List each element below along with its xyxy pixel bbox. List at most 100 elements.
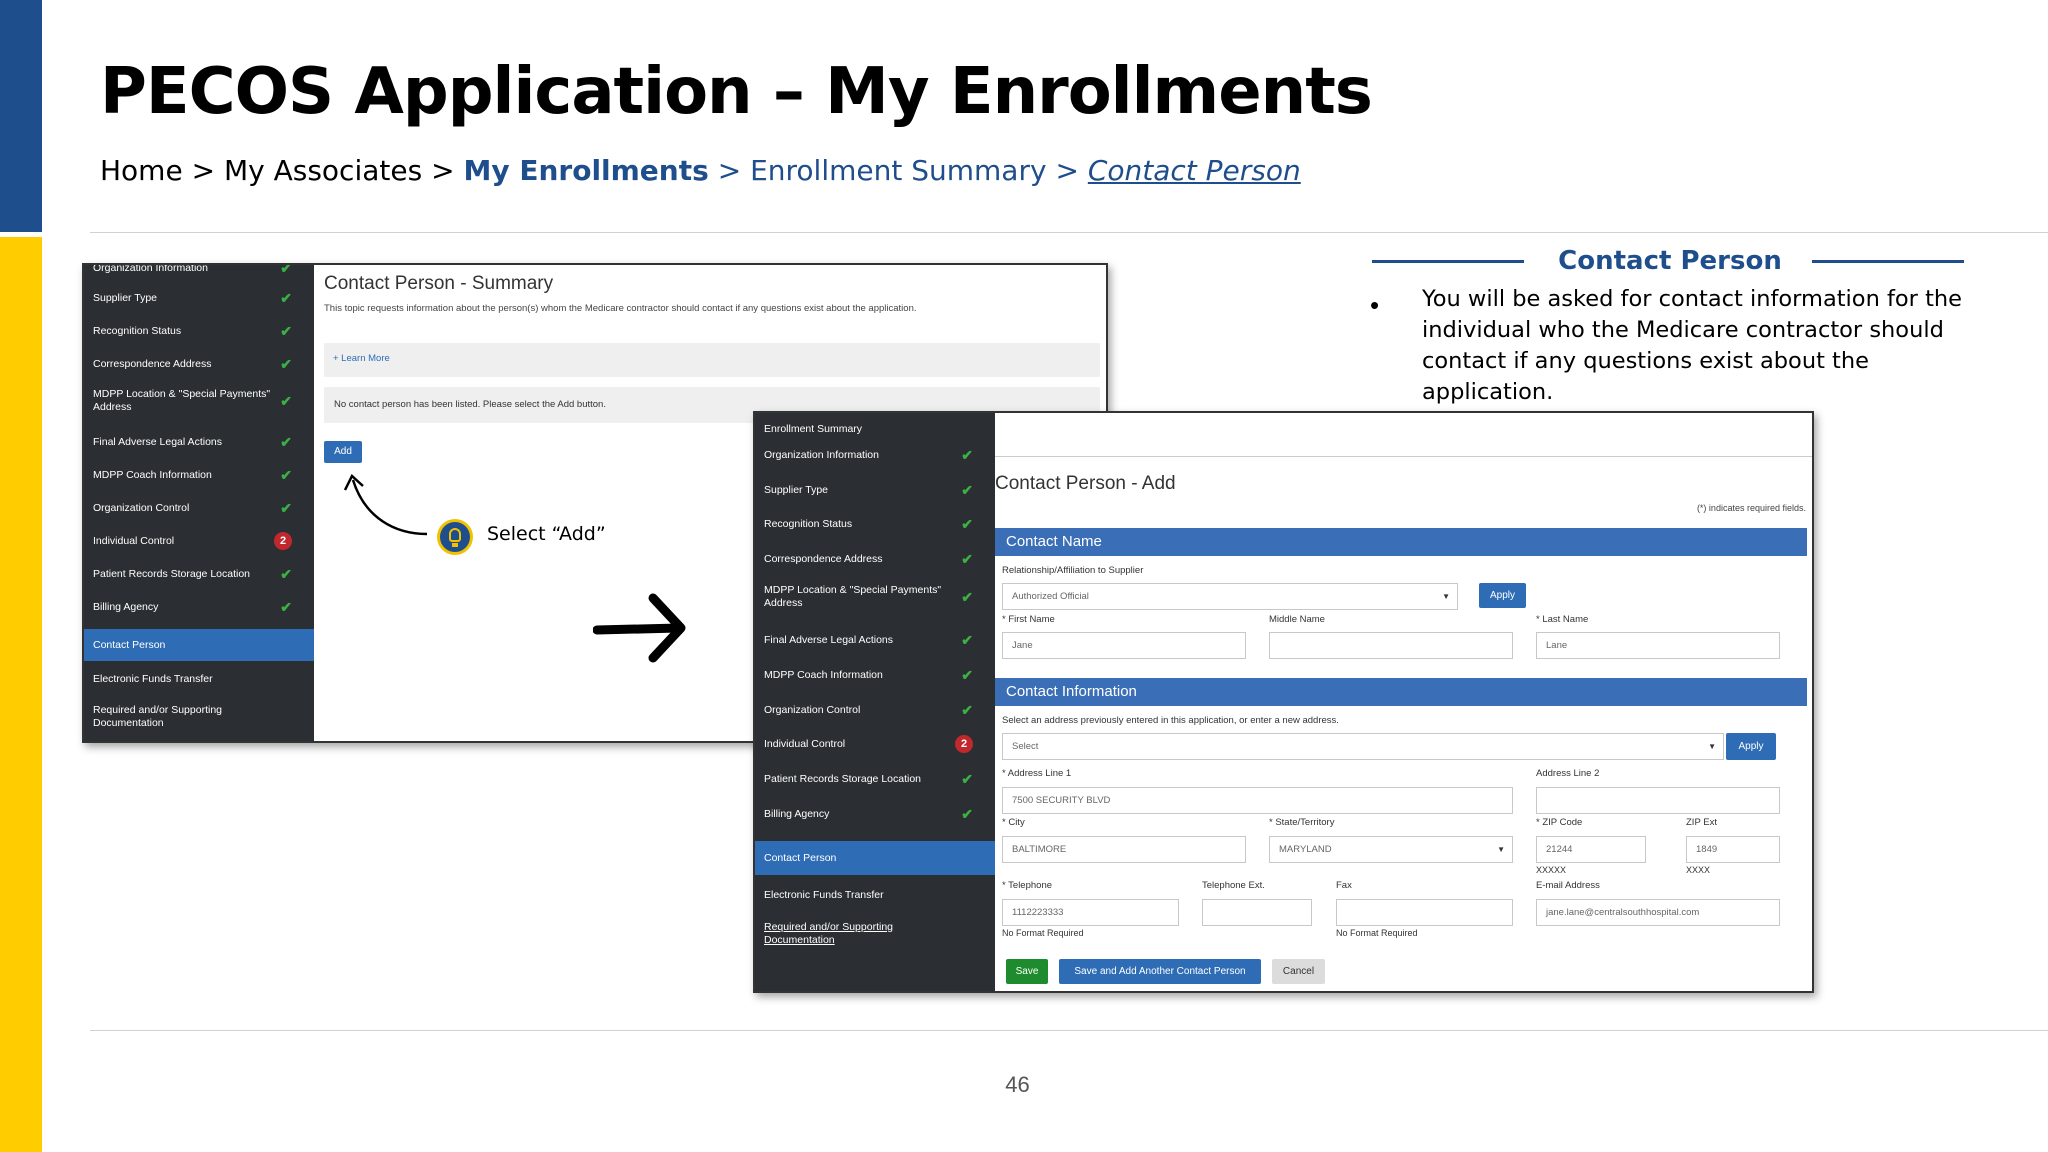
nav-item-contact-person[interactable]: Contact Person — [84, 629, 314, 661]
telephone-format-hint: No Format Required — [1002, 928, 1084, 938]
nav-item-supplier-type[interactable]: Supplier Type ✔ — [84, 284, 314, 312]
add-contact-screenshot: Enrollment Summary Organization Informat… — [753, 411, 1814, 993]
lightbulb-icon — [437, 519, 473, 555]
address-line-1-label: * Address Line 1 — [1002, 768, 1072, 779]
zip-ext-input[interactable]: 1849 — [1686, 836, 1780, 863]
address-apply-button[interactable]: Apply — [1726, 733, 1776, 760]
relationship-label: Relationship/Affiliation to Supplier — [1002, 565, 1144, 576]
breadcrumb-current[interactable]: Contact Person — [1088, 154, 1301, 187]
header-divider — [90, 232, 2048, 233]
nav-item-mdpp-location[interactable]: MDPP Location & "Special Payments" Addre… — [755, 580, 995, 614]
breadcrumb-separator: > — [1055, 154, 1079, 187]
check-icon: ✔ — [280, 355, 292, 372]
zip-input[interactable]: 21244 — [1536, 836, 1646, 863]
relationship-select[interactable]: Authorized Official ▼ — [1002, 583, 1458, 610]
nav-item-final-adverse-legal-actions[interactable]: Final Adverse Legal Actions ✔ — [755, 625, 995, 655]
curved-arrow-icon — [343, 473, 428, 536]
middle-name-input[interactable] — [1269, 632, 1513, 659]
accent-bar-yellow — [0, 237, 42, 1152]
nav-item-organization-control[interactable]: Organization Control ✔ — [755, 695, 995, 725]
check-icon: ✔ — [280, 433, 292, 450]
learn-more-link[interactable]: + Learn More — [324, 343, 1100, 374]
nav-item-mdpp-location[interactable]: MDPP Location & "Special Payments" Addre… — [84, 385, 314, 417]
caret-down-icon: ▼ — [1442, 592, 1450, 601]
heading-rule-left — [1372, 260, 1524, 263]
nav-item-individual-control[interactable]: Individual Control 2 — [755, 729, 995, 759]
address-line-2-input[interactable] — [1536, 787, 1780, 814]
first-name-label: * First Name — [1002, 614, 1055, 625]
address-select[interactable]: Select ▼ — [1002, 733, 1724, 760]
nav-item-electronic-funds-transfer[interactable]: Electronic Funds Transfer — [84, 665, 314, 693]
cancel-button[interactable]: Cancel — [1272, 959, 1325, 984]
zip-ext-format-hint: XXXX — [1686, 865, 1711, 875]
caret-down-icon: ▼ — [1497, 845, 1505, 854]
nav-item-enrollment-summary[interactable]: Enrollment Summary — [755, 417, 995, 441]
nav-item-patient-records-storage[interactable]: Patient Records Storage Location ✔ — [755, 764, 995, 794]
breadcrumb-separator: > — [431, 154, 455, 187]
check-icon: ✔ — [280, 289, 292, 306]
telephone-ext-input[interactable] — [1202, 899, 1312, 926]
check-icon: ✔ — [961, 550, 973, 567]
check-icon: ✔ — [961, 770, 973, 787]
check-icon: ✔ — [280, 598, 292, 615]
fax-input[interactable] — [1336, 899, 1513, 926]
breadcrumb-home[interactable]: Home — [100, 154, 183, 187]
nav-item-final-adverse-legal-actions[interactable]: Final Adverse Legal Actions ✔ — [84, 428, 314, 456]
nav-item-correspondence-address[interactable]: Correspondence Address ✔ — [84, 350, 314, 378]
bullet-icon: • — [1370, 290, 1380, 320]
check-icon: ✔ — [280, 263, 292, 276]
check-icon: ✔ — [961, 588, 973, 605]
email-input[interactable]: jane.lane@centralsouthhospital.com — [1536, 899, 1780, 926]
nav-item-organization-control[interactable]: Organization Control ✔ — [84, 494, 314, 522]
nav-item-mdpp-coach-information[interactable]: MDPP Coach Information ✔ — [84, 461, 314, 489]
first-name-input[interactable]: Jane — [1002, 632, 1246, 659]
error-count-badge: 2 — [274, 532, 292, 550]
address-prompt: Select an address previously entered in … — [1002, 715, 1339, 726]
nav-item-organization-information[interactable]: Organization Information ✔ — [755, 440, 995, 470]
address-line-1-input[interactable]: 7500 SECURITY BLVD — [1002, 787, 1513, 814]
nav-item-correspondence-address[interactable]: Correspondence Address ✔ — [755, 544, 995, 574]
breadcrumb-enrollments[interactable]: My Enrollments — [463, 154, 708, 187]
nav-item-organization-information[interactable]: Organization Information ✔ — [84, 263, 314, 277]
state-select[interactable]: MARYLAND ▼ — [1269, 836, 1513, 863]
nav-item-mdpp-coach-information[interactable]: MDPP Coach Information ✔ — [755, 660, 995, 690]
nav-item-recognition-status[interactable]: Recognition Status ✔ — [755, 509, 995, 539]
caret-down-icon: ▼ — [1708, 742, 1716, 751]
nav-item-contact-person[interactable]: Contact Person — [755, 841, 995, 875]
add-sidebar: Enrollment Summary Organization Informat… — [755, 413, 995, 991]
nav-item-billing-agency[interactable]: Billing Agency ✔ — [84, 593, 314, 621]
breadcrumb-associates[interactable]: My Associates — [224, 154, 422, 187]
nav-item-electronic-funds-transfer[interactable]: Electronic Funds Transfer — [755, 880, 995, 910]
nav-item-individual-control[interactable]: Individual Control 2 — [84, 527, 314, 555]
summary-description: This topic requests information about th… — [324, 303, 917, 314]
nav-item-patient-records-storage[interactable]: Patient Records Storage Location ✔ — [84, 560, 314, 588]
nav-item-required-documentation[interactable]: Required and/or Supporting Documentation — [84, 701, 314, 733]
relationship-apply-button[interactable]: Apply — [1479, 583, 1526, 608]
last-name-input[interactable]: Lane — [1536, 632, 1780, 659]
info-text: You will be asked for contact informatio… — [1422, 286, 1962, 405]
city-input[interactable]: BALTIMORE — [1002, 836, 1246, 863]
contact-info-section-header: Contact Information — [995, 678, 1807, 706]
nav-item-billing-agency[interactable]: Billing Agency ✔ — [755, 799, 995, 829]
slide-title: PECOS Application – My Enrollments — [100, 55, 1373, 129]
summary-page-title: Contact Person - Summary — [324, 273, 554, 294]
breadcrumb-summary[interactable]: Enrollment Summary — [750, 154, 1046, 187]
check-icon: ✔ — [961, 446, 973, 463]
check-icon: ✔ — [961, 515, 973, 532]
zip-label: * ZIP Code — [1536, 817, 1583, 828]
check-icon: ✔ — [961, 481, 973, 498]
state-label: * State/Territory — [1269, 817, 1335, 828]
telephone-input[interactable]: 1112223333 — [1002, 899, 1179, 926]
add-button[interactable]: Add — [324, 441, 362, 463]
arrow-right-icon — [593, 593, 686, 663]
save-and-add-another-button[interactable]: Save and Add Another Contact Person — [1059, 959, 1261, 984]
check-icon: ✔ — [280, 499, 292, 516]
add-page-title: Contact Person - Add — [995, 473, 1176, 494]
check-icon: ✔ — [961, 666, 973, 683]
check-icon: ✔ — [961, 805, 973, 822]
nav-item-required-documentation[interactable]: Required and/or Supporting Documentation — [755, 917, 995, 951]
save-button[interactable]: Save — [1006, 959, 1048, 984]
check-icon: ✔ — [961, 701, 973, 718]
nav-item-supplier-type[interactable]: Supplier Type ✔ — [755, 475, 995, 505]
nav-item-recognition-status[interactable]: Recognition Status ✔ — [84, 317, 314, 345]
